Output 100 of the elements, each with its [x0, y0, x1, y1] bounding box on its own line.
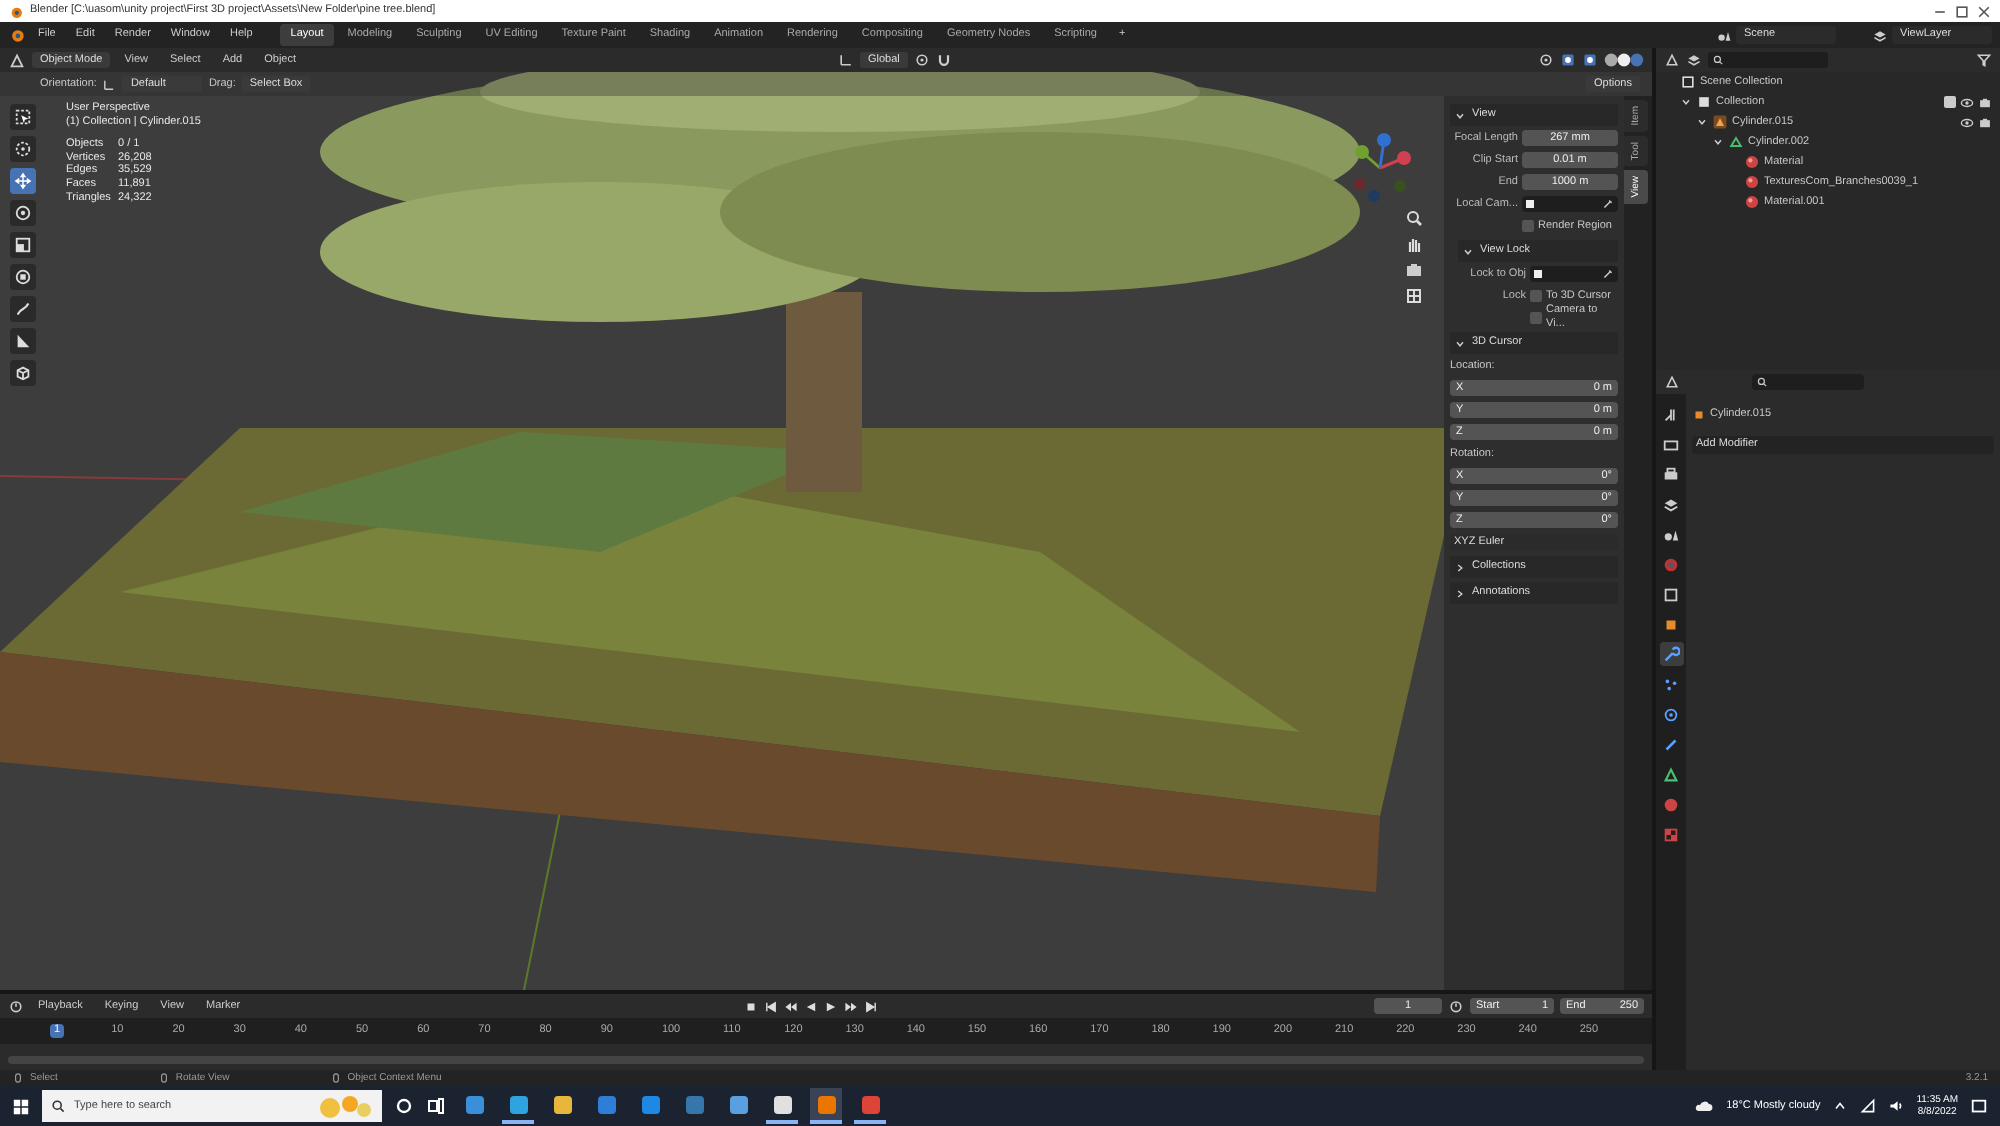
mesh-icon — [1728, 134, 1744, 150]
eye-icon[interactable] — [1960, 95, 1974, 109]
object-square-icon — [1662, 615, 1680, 633]
printer-icon — [1662, 465, 1680, 483]
transform-icon — [14, 268, 32, 286]
properties-tab[interactable] — [1659, 462, 1683, 486]
record-icon[interactable] — [744, 999, 759, 1013]
tool-button[interactable] — [10, 264, 36, 290]
pencil-icon — [14, 300, 32, 318]
eye-icon[interactable] — [1960, 115, 1974, 129]
chevron-icon[interactable] — [1454, 109, 1466, 121]
search-icon — [50, 1098, 66, 1114]
rotate-icon — [14, 204, 32, 222]
cloud-icon — [1694, 1096, 1715, 1116]
jump-to-end-icon[interactable] — [864, 999, 879, 1013]
checkbox[interactable] — [1944, 96, 1956, 108]
axes-icon[interactable] — [102, 77, 117, 91]
eyedropper-icon — [1602, 198, 1614, 210]
overlay-toggle-icon[interactable] — [1582, 52, 1598, 68]
stopwatch-icon[interactable] — [1448, 998, 1465, 1014]
checkbox[interactable] — [1522, 220, 1534, 232]
properties-tab[interactable] — [1659, 642, 1683, 666]
tool-button[interactable] — [10, 328, 36, 354]
tool-button[interactable] — [10, 136, 36, 162]
chevron-icon[interactable] — [1696, 116, 1708, 128]
checkbox[interactable] — [1530, 290, 1542, 302]
collection-box-icon — [1696, 94, 1712, 110]
properties-tab[interactable] — [1659, 762, 1683, 786]
stopwatch-icon[interactable] — [8, 998, 24, 1014]
globe-icon — [1662, 555, 1680, 573]
search-highlight-drawing — [320, 1096, 371, 1118]
cone-sphere-icon — [1662, 525, 1680, 543]
checkbox[interactable] — [1530, 312, 1542, 324]
collection-box-icon — [1662, 585, 1680, 603]
camera-icon[interactable] — [1978, 95, 1992, 109]
cube-icon — [14, 364, 32, 382]
next-keyframe-icon[interactable] — [844, 999, 859, 1013]
scale-icon — [14, 236, 32, 254]
layers-icon[interactable] — [1686, 52, 1702, 68]
close-icon[interactable] — [1976, 3, 1992, 19]
link-icon — [1662, 735, 1680, 753]
editor-type-icon[interactable] — [1664, 52, 1680, 68]
notification-icon[interactable] — [1970, 1097, 1988, 1115]
tool-button[interactable] — [10, 232, 36, 258]
triangle-icon — [1662, 765, 1680, 783]
play-icon[interactable] — [824, 999, 839, 1013]
start-icon[interactable] — [12, 1097, 30, 1115]
overlay-toggle-icon[interactable] — [1560, 52, 1576, 68]
layers-icon[interactable] — [1872, 27, 1888, 43]
chevron-up-icon[interactable] — [1832, 1098, 1849, 1114]
pivot-icon[interactable] — [913, 52, 930, 68]
network-icon[interactable] — [1860, 1098, 1877, 1114]
play-reverse-icon[interactable] — [804, 999, 819, 1013]
camera-icon[interactable] — [1404, 260, 1424, 280]
filter-icon[interactable] — [1976, 52, 1992, 68]
particles-icon — [1662, 675, 1680, 693]
chevron-icon[interactable] — [1454, 337, 1466, 349]
checker-icon — [1662, 825, 1680, 843]
wrench-icon — [1662, 645, 1680, 663]
editor-type-icon[interactable] — [8, 51, 26, 69]
object-picker-field[interactable] — [1522, 196, 1618, 212]
mouse-icon — [12, 1072, 24, 1084]
search-field[interactable] — [1752, 374, 1864, 390]
material-sphere-icon — [1662, 795, 1680, 813]
move-icon — [14, 172, 32, 190]
collection-box-icon — [1680, 74, 1696, 90]
chevron-icon[interactable] — [1680, 96, 1692, 108]
chevron-icon[interactable] — [1462, 245, 1474, 257]
search-icon — [1712, 54, 1724, 66]
search-field[interactable] — [1708, 52, 1828, 68]
chevron-icon[interactable] — [1712, 136, 1724, 148]
magnet-icon[interactable] — [935, 52, 952, 68]
grid-icon[interactable] — [1404, 286, 1424, 306]
object-picker-field[interactable] — [1530, 266, 1618, 282]
maximize-icon[interactable] — [1954, 3, 1970, 19]
axes-icon[interactable] — [838, 52, 854, 68]
editor-type-icon[interactable] — [1664, 374, 1680, 390]
select-box-icon — [14, 108, 32, 126]
tool-button[interactable] — [10, 104, 36, 130]
mouse-icon — [157, 1072, 170, 1084]
circle-icon[interactable] — [394, 1096, 414, 1116]
tool-button[interactable] — [10, 360, 36, 386]
previous-keyframe-icon[interactable] — [784, 999, 799, 1013]
object-square-icon — [1692, 407, 1706, 421]
camera-icon[interactable] — [1978, 115, 1992, 129]
jump-to-start-icon[interactable] — [764, 999, 779, 1013]
task-view-icon[interactable] — [426, 1096, 446, 1116]
pivot-icon[interactable] — [1538, 52, 1554, 68]
zoom-icon[interactable] — [1404, 208, 1424, 228]
tool-button[interactable] — [10, 296, 36, 322]
layers-icon — [1662, 495, 1680, 513]
ruler-icon — [14, 332, 32, 350]
axis-gizmo-drawing[interactable] — [1354, 133, 1411, 202]
crosshair-icon — [14, 140, 32, 158]
chevron-icon[interactable] — [1454, 587, 1466, 599]
tool-button[interactable] — [10, 200, 36, 226]
speaker-icon[interactable] — [1888, 1098, 1905, 1114]
chevron-icon[interactable] — [1454, 561, 1466, 573]
tool-button[interactable] — [10, 168, 36, 194]
eyedropper-icon — [1602, 268, 1614, 280]
